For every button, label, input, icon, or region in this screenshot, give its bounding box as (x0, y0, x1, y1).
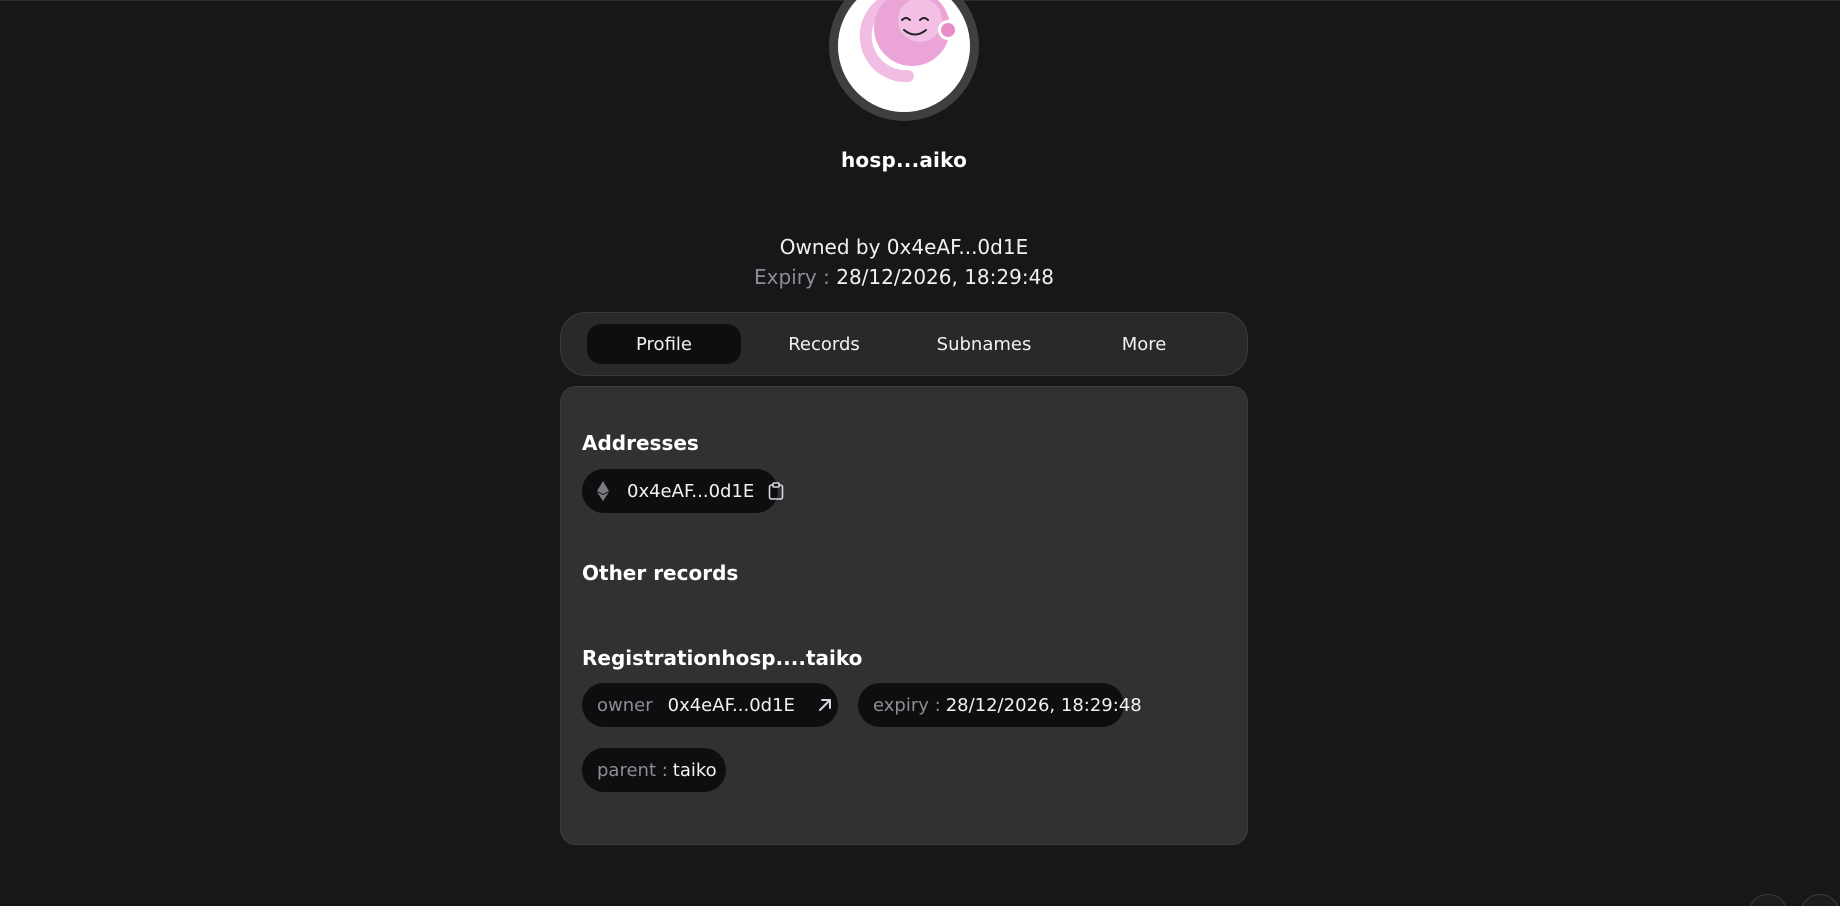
tab-subnames[interactable]: Subnames (907, 324, 1061, 364)
other-records-title: Other records (582, 561, 739, 585)
owner-label: owner (597, 694, 653, 716)
avatar (829, 0, 979, 121)
parent-value: taiko (672, 759, 717, 781)
profile-name: hosp...aiko (840, 148, 968, 172)
profile-card: Addresses 0x4eAF...0d1E Other records Re… (560, 386, 1248, 845)
expiry-pill: expiry : 28/12/2026, 18:29:48 (858, 683, 1142, 727)
registration-expiry-label: expiry : (873, 694, 941, 716)
expiry-value: 28/12/2026, 18:29:48 (836, 265, 1055, 289)
address-pill[interactable]: 0x4eAF...0d1E (582, 469, 784, 513)
registration-title: Registrationhosp....taiko (582, 646, 863, 670)
tab-records[interactable]: Records (747, 324, 901, 364)
owner-value: 0x4eAF...0d1E (667, 694, 795, 716)
expiry-line: Expiry : 28/12/2026, 18:29:48 (0, 265, 1808, 289)
clipboard-icon[interactable] (768, 482, 784, 500)
smiling-face-icon (838, 0, 970, 112)
tab-profile[interactable]: Profile (587, 324, 741, 364)
ethereum-icon (597, 481, 609, 501)
corner-control-secondary[interactable] (1800, 894, 1840, 906)
parent-label: parent : (597, 759, 668, 781)
page: hosp...aiko Owned by 0x4eAF...0d1E Expir… (0, 0, 1840, 906)
corner-control[interactable] (1748, 894, 1788, 906)
avatar-image (838, 0, 970, 112)
registration-expiry-value: 28/12/2026, 18:29:48 (945, 694, 1142, 716)
arrow-up-right-icon[interactable] (817, 697, 833, 713)
owned-by-line: Owned by 0x4eAF...0d1E (0, 235, 1808, 259)
parent-pill[interactable]: parent : taiko (582, 748, 726, 792)
expiry-label: Expiry : (753, 265, 830, 289)
owner-pill[interactable]: owner 0x4eAF...0d1E (582, 683, 838, 727)
owned-by-label: Owned by (779, 235, 881, 259)
owned-by-address: 0x4eAF...0d1E (886, 235, 1029, 259)
tab-more[interactable]: More (1067, 324, 1221, 364)
address-value: 0x4eAF...0d1E (627, 480, 755, 502)
tab-bar: Profile Records Subnames More (560, 312, 1248, 376)
addresses-title: Addresses (582, 431, 699, 455)
